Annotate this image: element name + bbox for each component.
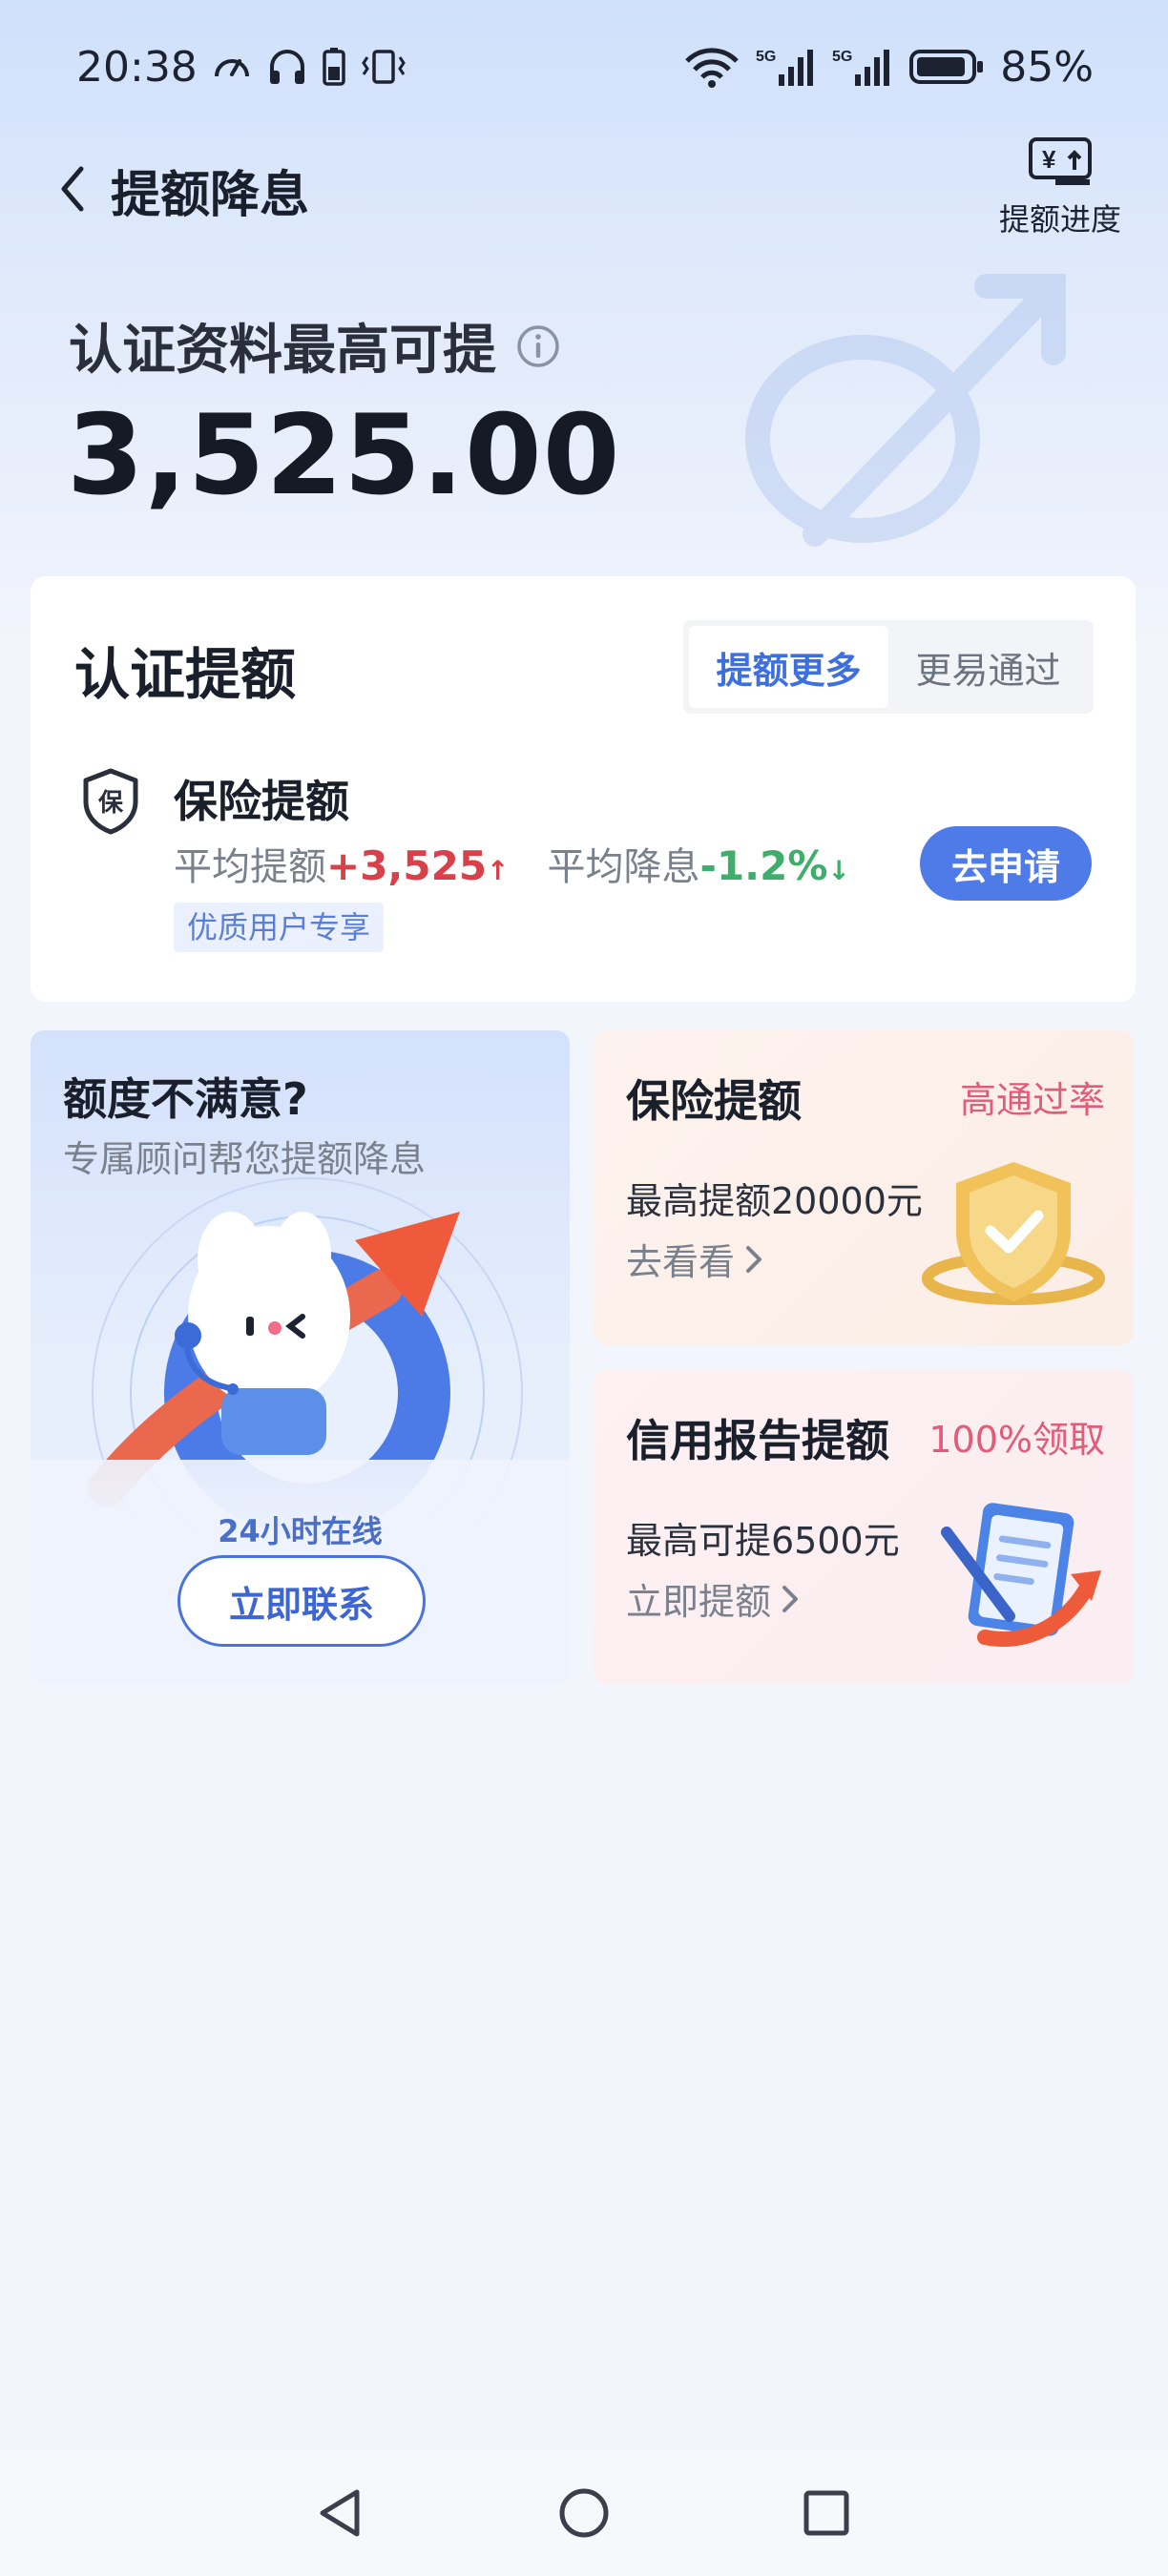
battery-icon bbox=[909, 50, 984, 84]
back-button[interactable] bbox=[44, 160, 101, 218]
battery-saver-icon bbox=[323, 48, 345, 86]
promo-tag: 100%领取 bbox=[928, 1419, 1105, 1461]
page: 20:38 5G 5G 85% 提额降息 ¥ 提额进度 认证资料最高可提 3,5… bbox=[0, 0, 1168, 2576]
cert-title: 认证提额 bbox=[74, 642, 297, 707]
progress-button[interactable]: ¥ 提额进度 bbox=[998, 134, 1122, 248]
percent-decoration-icon bbox=[745, 274, 1066, 547]
amount-value: 3,525.00 bbox=[67, 391, 621, 520]
chevron-right-icon bbox=[782, 1585, 799, 1612]
cert-card: 认证提额 提额更多 更易通过 保 保险提额 平均提额 +3,525 ↑ 平均降息… bbox=[31, 576, 1136, 1002]
headphones-icon bbox=[269, 50, 304, 84]
online-text: 24小时在线 bbox=[218, 1513, 383, 1549]
report-clipboard-icon bbox=[941, 1503, 1101, 1647]
promo-tag: 高通过率 bbox=[959, 1079, 1105, 1121]
avg-raise-label: 平均提额 bbox=[174, 845, 326, 889]
triangle-back-icon bbox=[320, 2489, 360, 2537]
avg-cut-arrow: ↓ bbox=[827, 855, 850, 886]
page-title: 提额降息 bbox=[111, 167, 310, 224]
nav-home-button[interactable] bbox=[555, 2484, 613, 2542]
chevron-right-icon bbox=[746, 1245, 762, 1273]
tab-easier-pass[interactable]: 更易通过 bbox=[888, 626, 1088, 708]
insurance-stats: 平均提额 +3,525 ↑ 平均降息 -1.2% ↓ bbox=[174, 836, 850, 891]
amount-header: 认证资料最高可提 bbox=[69, 307, 561, 384]
wifi-icon bbox=[685, 48, 740, 88]
square-recents-icon bbox=[803, 2490, 849, 2536]
avg-raise-arrow: ↑ bbox=[487, 855, 510, 886]
battery-percent: 85% bbox=[1000, 42, 1094, 92]
apply-button[interactable]: 去申请 bbox=[920, 826, 1092, 901]
vip-tag: 优质用户专享 bbox=[174, 903, 385, 952]
nav-bar: 提额降息 ¥ 提额进度 bbox=[0, 134, 1168, 239]
signal-5g-icon: 5G bbox=[756, 49, 814, 86]
insurance-shield-icon: 保 bbox=[83, 768, 138, 835]
avg-cut-label: 平均降息 bbox=[547, 845, 700, 889]
avg-raise-value: +3,525 bbox=[326, 842, 488, 889]
signal-5g-2-icon: 5G bbox=[832, 49, 890, 86]
status-time: 20:38 bbox=[76, 42, 198, 92]
progress-label: 提额进度 bbox=[998, 201, 1121, 238]
advisor-card[interactable]: 额度不满意? 专属顾问帮您提额降息 24小时在线 立即联系 bbox=[31, 1030, 570, 1685]
promo-card-credit-report[interactable]: 信用报告提额 100%领取 最高可提6500元 立即提额 bbox=[594, 1370, 1134, 1685]
svg-text:5G: 5G bbox=[756, 49, 776, 65]
svg-text:¥: ¥ bbox=[1042, 145, 1056, 174]
cert-tabs: 提额更多 更易通过 bbox=[683, 620, 1094, 714]
promo-desc: 最高提额20000元 bbox=[626, 1180, 923, 1222]
tab-more-raise[interactable]: 提额更多 bbox=[689, 626, 888, 708]
promo-link-label: 去看看 bbox=[626, 1241, 736, 1283]
promo-title: 信用报告提额 bbox=[626, 1415, 889, 1466]
yuan-up-icon: ¥ bbox=[1029, 137, 1092, 185]
contact-button[interactable]: 立即联系 bbox=[177, 1555, 426, 1647]
status-bar: 20:38 5G 5G 85% bbox=[0, 0, 1168, 134]
avg-cut-value: -1.2% bbox=[699, 842, 828, 889]
promo-title: 保险提额 bbox=[626, 1075, 802, 1127]
promo-link[interactable]: 立即提额 bbox=[626, 1572, 800, 1625]
gold-shield-icon bbox=[922, 1162, 1105, 1305]
insurance-name: 保险提额 bbox=[174, 776, 349, 827]
nav-back-button[interactable] bbox=[311, 2484, 368, 2542]
circle-home-icon bbox=[559, 2488, 609, 2538]
vibrate-icon bbox=[362, 50, 406, 84]
promo-link-label: 立即提额 bbox=[626, 1581, 772, 1623]
speed-icon bbox=[214, 59, 249, 77]
promo-link[interactable]: 去看看 bbox=[626, 1233, 763, 1285]
advisor-title: 额度不满意? bbox=[63, 1073, 308, 1125]
insurance-badge-char: 保 bbox=[97, 789, 124, 818]
promo-desc: 最高可提6500元 bbox=[626, 1520, 900, 1562]
amount-label: 认证资料最高可提 bbox=[69, 320, 496, 382]
promo-card-insurance[interactable]: 保险提额 高通过率 最高提额20000元 去看看 bbox=[594, 1030, 1134, 1345]
svg-text:5G: 5G bbox=[832, 49, 852, 65]
info-icon[interactable] bbox=[515, 323, 561, 369]
system-nav-bar bbox=[0, 2450, 1168, 2576]
chevron-left-icon bbox=[61, 166, 84, 212]
nav-recents-button[interactable] bbox=[798, 2484, 855, 2542]
